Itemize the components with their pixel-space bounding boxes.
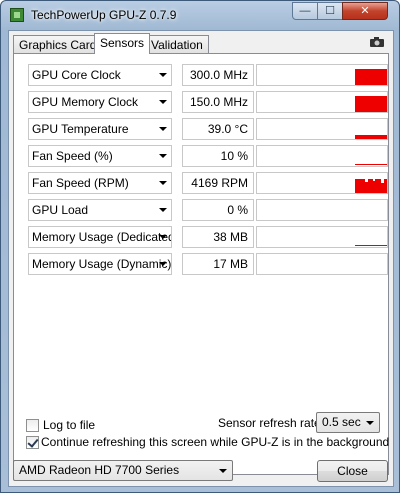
maximize-button[interactable]: ☐ <box>317 2 343 20</box>
sensor-name-label: GPU Temperature <box>32 122 129 136</box>
sensor-value: 4169 RPM <box>182 172 254 194</box>
refresh-rate-value: 0.5 sec <box>322 415 361 429</box>
sensor-name-label: Memory Usage (Dynamic) <box>32 257 172 271</box>
sensor-name-dropdown[interactable]: GPU Load <box>28 199 172 221</box>
sensor-graph <box>256 226 388 248</box>
title-bar[interactable]: TechPowerUp GPU-Z 0.7.9 — ☐ ✕ <box>1 1 399 29</box>
sensor-name-label: GPU Memory Clock <box>32 95 139 109</box>
graph-notch <box>381 179 384 183</box>
graph-bar <box>355 69 387 85</box>
chevron-down-icon <box>159 127 167 131</box>
gpu-select[interactable]: AMD Radeon HD 7700 Series <box>13 460 233 481</box>
gpuz-app-icon[interactable] <box>10 8 24 22</box>
sensor-name-dropdown[interactable]: Fan Speed (%) <box>28 145 172 167</box>
sensor-value: 38 MB <box>182 226 254 248</box>
sensor-row: Memory Usage (Dynamic) 17 MB <box>24 253 388 275</box>
sensor-row: GPU Memory Clock 150.0 MHz <box>24 91 388 113</box>
gpu-select-value: AMD Radeon HD 7700 Series <box>19 463 180 477</box>
sensor-value: 150.0 MHz <box>182 91 254 113</box>
client-area: Graphics Card Sensors Validation GPU Cor… <box>8 30 394 487</box>
sensor-name-dropdown[interactable]: GPU Temperature <box>28 118 172 140</box>
sensor-name-dropdown[interactable]: Memory Usage (Dedicated) <box>28 226 172 248</box>
window-title: TechPowerUp GPU-Z 0.7.9 <box>31 8 177 22</box>
graph-bar <box>355 245 387 246</box>
tab-validation[interactable]: Validation <box>145 35 209 53</box>
refresh-rate-select[interactable]: 0.5 sec <box>316 412 380 433</box>
continue-refresh-label: Continue refreshing this screen while GP… <box>41 435 390 449</box>
sensor-row: Fan Speed (RPM) 4169 RPM <box>24 172 388 194</box>
sensor-row: GPU Temperature 39.0 °C <box>24 118 388 140</box>
chevron-down-icon <box>159 181 167 185</box>
sensor-graph <box>256 199 388 221</box>
sensor-name-label: Fan Speed (RPM) <box>32 176 129 190</box>
sensor-value: 17 MB <box>182 253 254 275</box>
sensor-name-dropdown[interactable]: Fan Speed (RPM) <box>28 172 172 194</box>
sensor-name-label: GPU Core Clock <box>32 68 121 82</box>
chevron-down-icon <box>219 469 227 473</box>
sensor-row: Fan Speed (%) 10 % <box>24 145 388 167</box>
sensor-name-label: Fan Speed (%) <box>32 149 113 163</box>
chevron-down-icon <box>159 235 167 239</box>
sensor-graph <box>256 145 388 167</box>
sensor-name-label: Memory Usage (Dedicated) <box>32 230 172 244</box>
gpuz-window: TechPowerUp GPU-Z 0.7.9 — ☐ ✕ Graphics C… <box>0 0 400 493</box>
log-to-file-checkbox[interactable] <box>26 419 39 432</box>
sensor-graph <box>256 64 388 86</box>
sensor-value: 300.0 MHz <box>182 64 254 86</box>
close-button[interactable]: Close <box>317 460 388 482</box>
tab-sensors[interactable]: Sensors <box>94 33 151 54</box>
screenshot-camera-icon[interactable] <box>369 36 385 48</box>
graph-bar <box>355 164 387 165</box>
chevron-down-icon <box>159 100 167 104</box>
sensor-row: Memory Usage (Dedicated) 38 MB <box>24 226 388 248</box>
sensor-graph <box>256 253 388 275</box>
graph-notch <box>365 179 368 182</box>
continue-refresh-checkbox[interactable] <box>26 436 39 449</box>
checkmark-icon <box>27 436 39 448</box>
tab-graphics-card[interactable]: Graphics Card <box>13 35 103 53</box>
sensor-name-label: GPU Load <box>32 203 89 217</box>
sensor-row: GPU Core Clock 300.0 MHz <box>24 64 388 86</box>
minimize-button[interactable]: — <box>292 2 318 20</box>
chevron-down-icon <box>159 73 167 77</box>
chevron-down-icon <box>159 262 167 266</box>
chevron-down-icon <box>366 421 374 425</box>
sensor-value: 10 % <box>182 145 254 167</box>
refresh-rate-label: Sensor refresh rate: <box>218 416 325 430</box>
window-close-button[interactable]: ✕ <box>342 2 388 20</box>
graph-notch <box>373 179 375 181</box>
sensor-name-dropdown[interactable]: GPU Memory Clock <box>28 91 172 113</box>
log-to-file-label: Log to file <box>43 418 96 432</box>
graph-bar <box>355 96 387 112</box>
sensor-value: 0 % <box>182 199 254 221</box>
sensor-value: 39.0 °C <box>182 118 254 140</box>
sensor-name-dropdown[interactable]: GPU Core Clock <box>28 64 172 86</box>
sensor-graph <box>256 118 388 140</box>
sensor-row: GPU Load 0 % <box>24 199 388 221</box>
graph-bar <box>355 135 387 139</box>
sensor-graph <box>256 172 388 194</box>
sensor-name-dropdown[interactable]: Memory Usage (Dynamic) <box>28 253 172 275</box>
chevron-down-icon <box>159 208 167 212</box>
sensor-graph <box>256 91 388 113</box>
chevron-down-icon <box>159 154 167 158</box>
